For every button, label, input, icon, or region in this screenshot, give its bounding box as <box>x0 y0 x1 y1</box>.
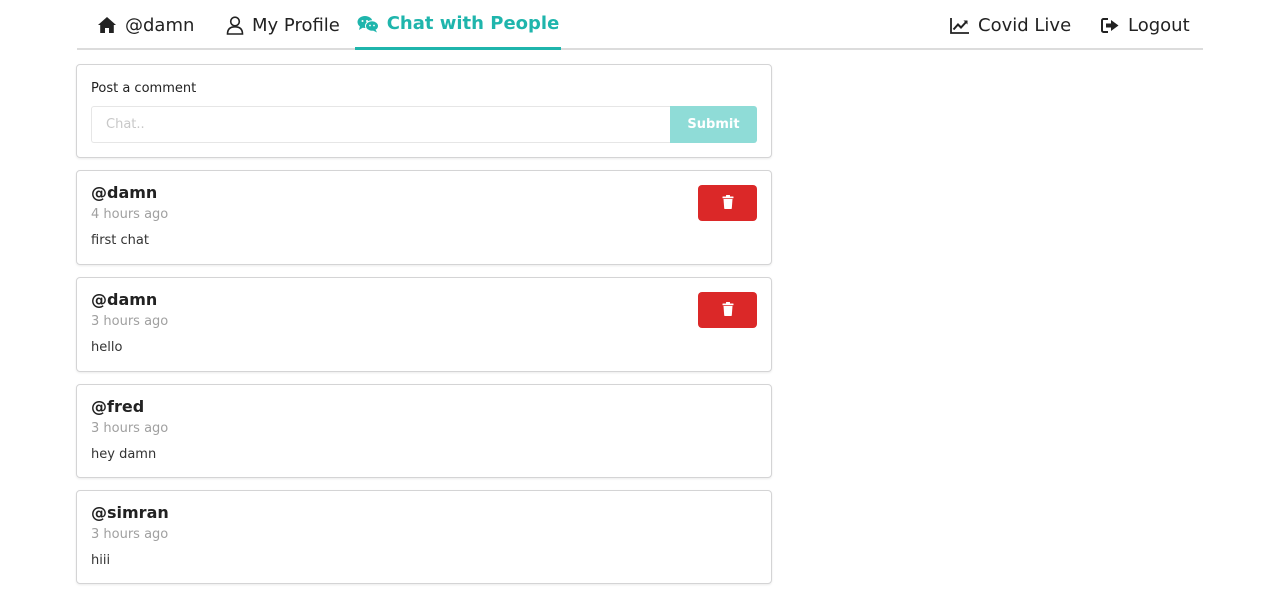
comment-timestamp: 3 hours ago <box>91 314 169 329</box>
wechat-icon <box>357 15 379 33</box>
comment-card: @damn 3 hours ago hello <box>76 277 772 372</box>
nav-item-my-profile[interactable]: My Profile <box>226 0 340 50</box>
delete-comment-button[interactable] <box>698 292 757 328</box>
comment-author: @damn <box>91 183 158 202</box>
chat-input[interactable] <box>91 106 670 143</box>
nav-item-covid-live-label: Covid Live <box>978 14 1072 36</box>
submit-button[interactable]: Submit <box>670 106 757 143</box>
app-root: @damn My Profile Chat with People Covid … <box>0 0 1280 616</box>
trash-icon <box>722 301 734 319</box>
comment-timestamp: 3 hours ago <box>91 421 169 436</box>
trash-icon <box>722 194 734 212</box>
comment-text: hey damn <box>91 447 157 462</box>
comment-card: @fred 3 hours ago hey damn <box>76 384 772 478</box>
nav-item-my-profile-label: My Profile <box>252 14 340 36</box>
comment-text: hello <box>91 340 123 355</box>
comment-text: first chat <box>91 233 149 248</box>
top-navigation: @damn My Profile Chat with People Covid … <box>77 0 1203 50</box>
user-icon <box>226 15 244 35</box>
sign-out-icon <box>1101 17 1120 34</box>
comment-input-group: Submit <box>91 106 757 143</box>
nav-item-chat-with-people-label: Chat with People <box>386 13 560 34</box>
nav-item-chat-with-people[interactable]: Chat with People <box>355 0 561 50</box>
comment-author: @simran <box>91 503 169 522</box>
comment-form: Post a comment Submit <box>76 64 772 158</box>
comment-timestamp: 3 hours ago <box>91 527 169 542</box>
nav-item-logout[interactable]: Logout <box>1101 0 1190 50</box>
line-chart-icon <box>950 17 970 34</box>
nav-item-home[interactable]: @damn <box>97 0 194 50</box>
delete-comment-button[interactable] <box>698 185 757 221</box>
nav-item-logout-label: Logout <box>1128 14 1190 36</box>
comment-timestamp: 4 hours ago <box>91 207 169 222</box>
home-icon <box>97 16 117 34</box>
comment-form-label: Post a comment <box>91 81 197 96</box>
comment-author: @fred <box>91 397 145 416</box>
nav-item-covid-live[interactable]: Covid Live <box>950 0 1071 50</box>
comment-author: @damn <box>91 290 158 309</box>
comment-card: @damn 4 hours ago first chat <box>76 170 772 265</box>
nav-item-home-label: @damn <box>125 14 195 36</box>
comment-card: @simran 3 hours ago hiii <box>76 490 772 584</box>
comment-text: hiii <box>91 553 111 568</box>
